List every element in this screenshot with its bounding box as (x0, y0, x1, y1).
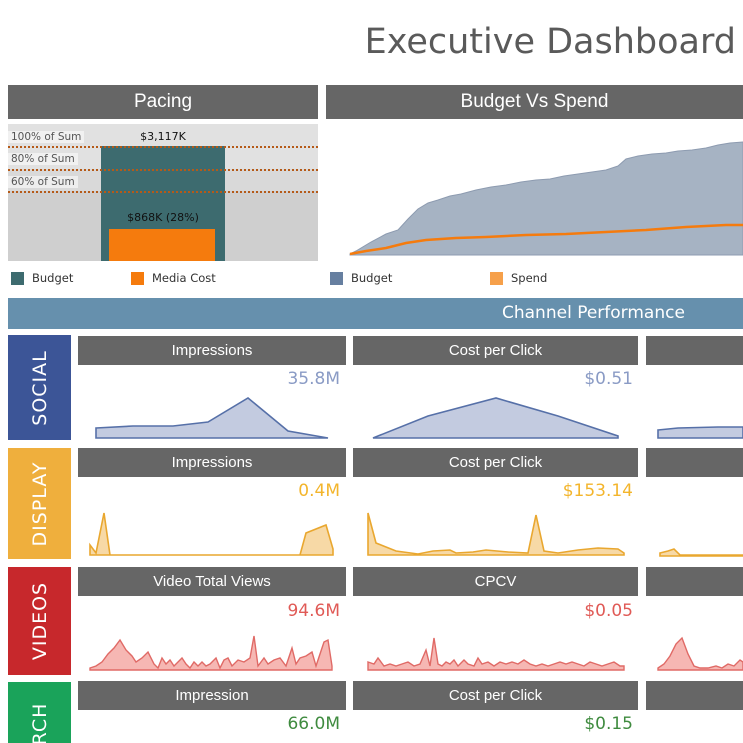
legend-bvs-budget: Budget (330, 271, 392, 285)
search-metric3-header (646, 681, 743, 710)
budget-total-label: $3,117K (140, 130, 186, 143)
display-impressions-spark (89, 512, 334, 556)
videos-views-spark (89, 635, 333, 671)
social-label: SOCIAL (8, 335, 71, 440)
media-cost-bar[interactable] (109, 229, 215, 261)
pacing-chart[interactable]: 100% of Sum 80% of Sum 60% of Sum $3,117… (8, 124, 318, 261)
videos-cpcv-spark (367, 637, 625, 671)
search-cpc-value: $0.15 (584, 714, 633, 734)
social-metric3-spark (657, 426, 743, 439)
legend-bvs-spend-label: Spend (511, 271, 548, 285)
display-cpc-spark (367, 512, 625, 556)
videos-cpcv-header: CPCV (353, 567, 638, 596)
social-sparklines[interactable] (78, 366, 743, 442)
display-label: DISPLAY (8, 448, 71, 559)
search-cpc-header: Cost per Click (353, 681, 638, 710)
legend-bvs-spend-swatch (490, 271, 503, 285)
ref-line-60 (8, 191, 318, 193)
social-impressions-spark (95, 397, 329, 439)
display-impressions-value: 0.4M (298, 481, 340, 501)
ref-label-100: 100% of Sum (8, 131, 85, 143)
budget-area (349, 141, 743, 256)
social-impressions-header: Impressions (78, 336, 346, 365)
social-cpc-spark (372, 397, 619, 439)
legend-media-cost-swatch (131, 271, 144, 285)
search-impression-value: 66.0M (287, 714, 340, 734)
legend-budget-swatch (11, 271, 24, 285)
social-metric3-header (646, 336, 743, 365)
videos-metric3-header: Vi (646, 567, 743, 596)
channel-performance-header: Channel Performance (8, 298, 743, 329)
legend-bvs-spend: Spend (490, 271, 547, 285)
budget-vs-spend-header: Budget Vs Spend (326, 85, 743, 119)
ref-line-100 (8, 146, 318, 148)
videos-sparklines[interactable] (78, 628, 743, 672)
legend-budget: Budget (11, 271, 73, 285)
media-cost-label: $868K (28%) (127, 211, 199, 224)
display-metric3-header (646, 448, 743, 477)
display-cpc-header: Cost per Click (353, 448, 638, 477)
display-sparklines[interactable] (78, 505, 743, 560)
channel-performance-title: Channel Performance (502, 303, 685, 323)
page-title: Executive Dashboard (364, 22, 736, 62)
videos-views-header: Video Total Views (78, 567, 346, 596)
display-cpc-value: $153.14 (562, 481, 633, 501)
ref-line-80 (8, 169, 318, 171)
legend-bvs-budget-swatch (330, 271, 343, 285)
legend-media-cost-label: Media Cost (152, 271, 216, 285)
pacing-header: Pacing (8, 85, 318, 119)
videos-label: VIDEOS (8, 567, 71, 675)
display-impressions-header: Impressions (78, 448, 346, 477)
videos-metric3-spark (657, 636, 743, 671)
search-impression-header: Impression (78, 681, 346, 710)
videos-views-value: 94.6M (287, 601, 340, 621)
display-metric3-spark (659, 548, 743, 557)
ref-label-60: 60% of Sum (8, 176, 78, 188)
legend-bvs-budget-label: Budget (351, 271, 393, 285)
budget-vs-spend-chart[interactable] (326, 124, 743, 261)
legend-budget-label: Budget (32, 271, 74, 285)
legend-media-cost: Media Cost (131, 271, 216, 285)
ref-label-80: 80% of Sum (8, 153, 78, 165)
social-cpc-header: Cost per Click (353, 336, 638, 365)
videos-cpcv-value: $0.05 (584, 601, 633, 621)
search-label: ARCH (8, 682, 71, 743)
